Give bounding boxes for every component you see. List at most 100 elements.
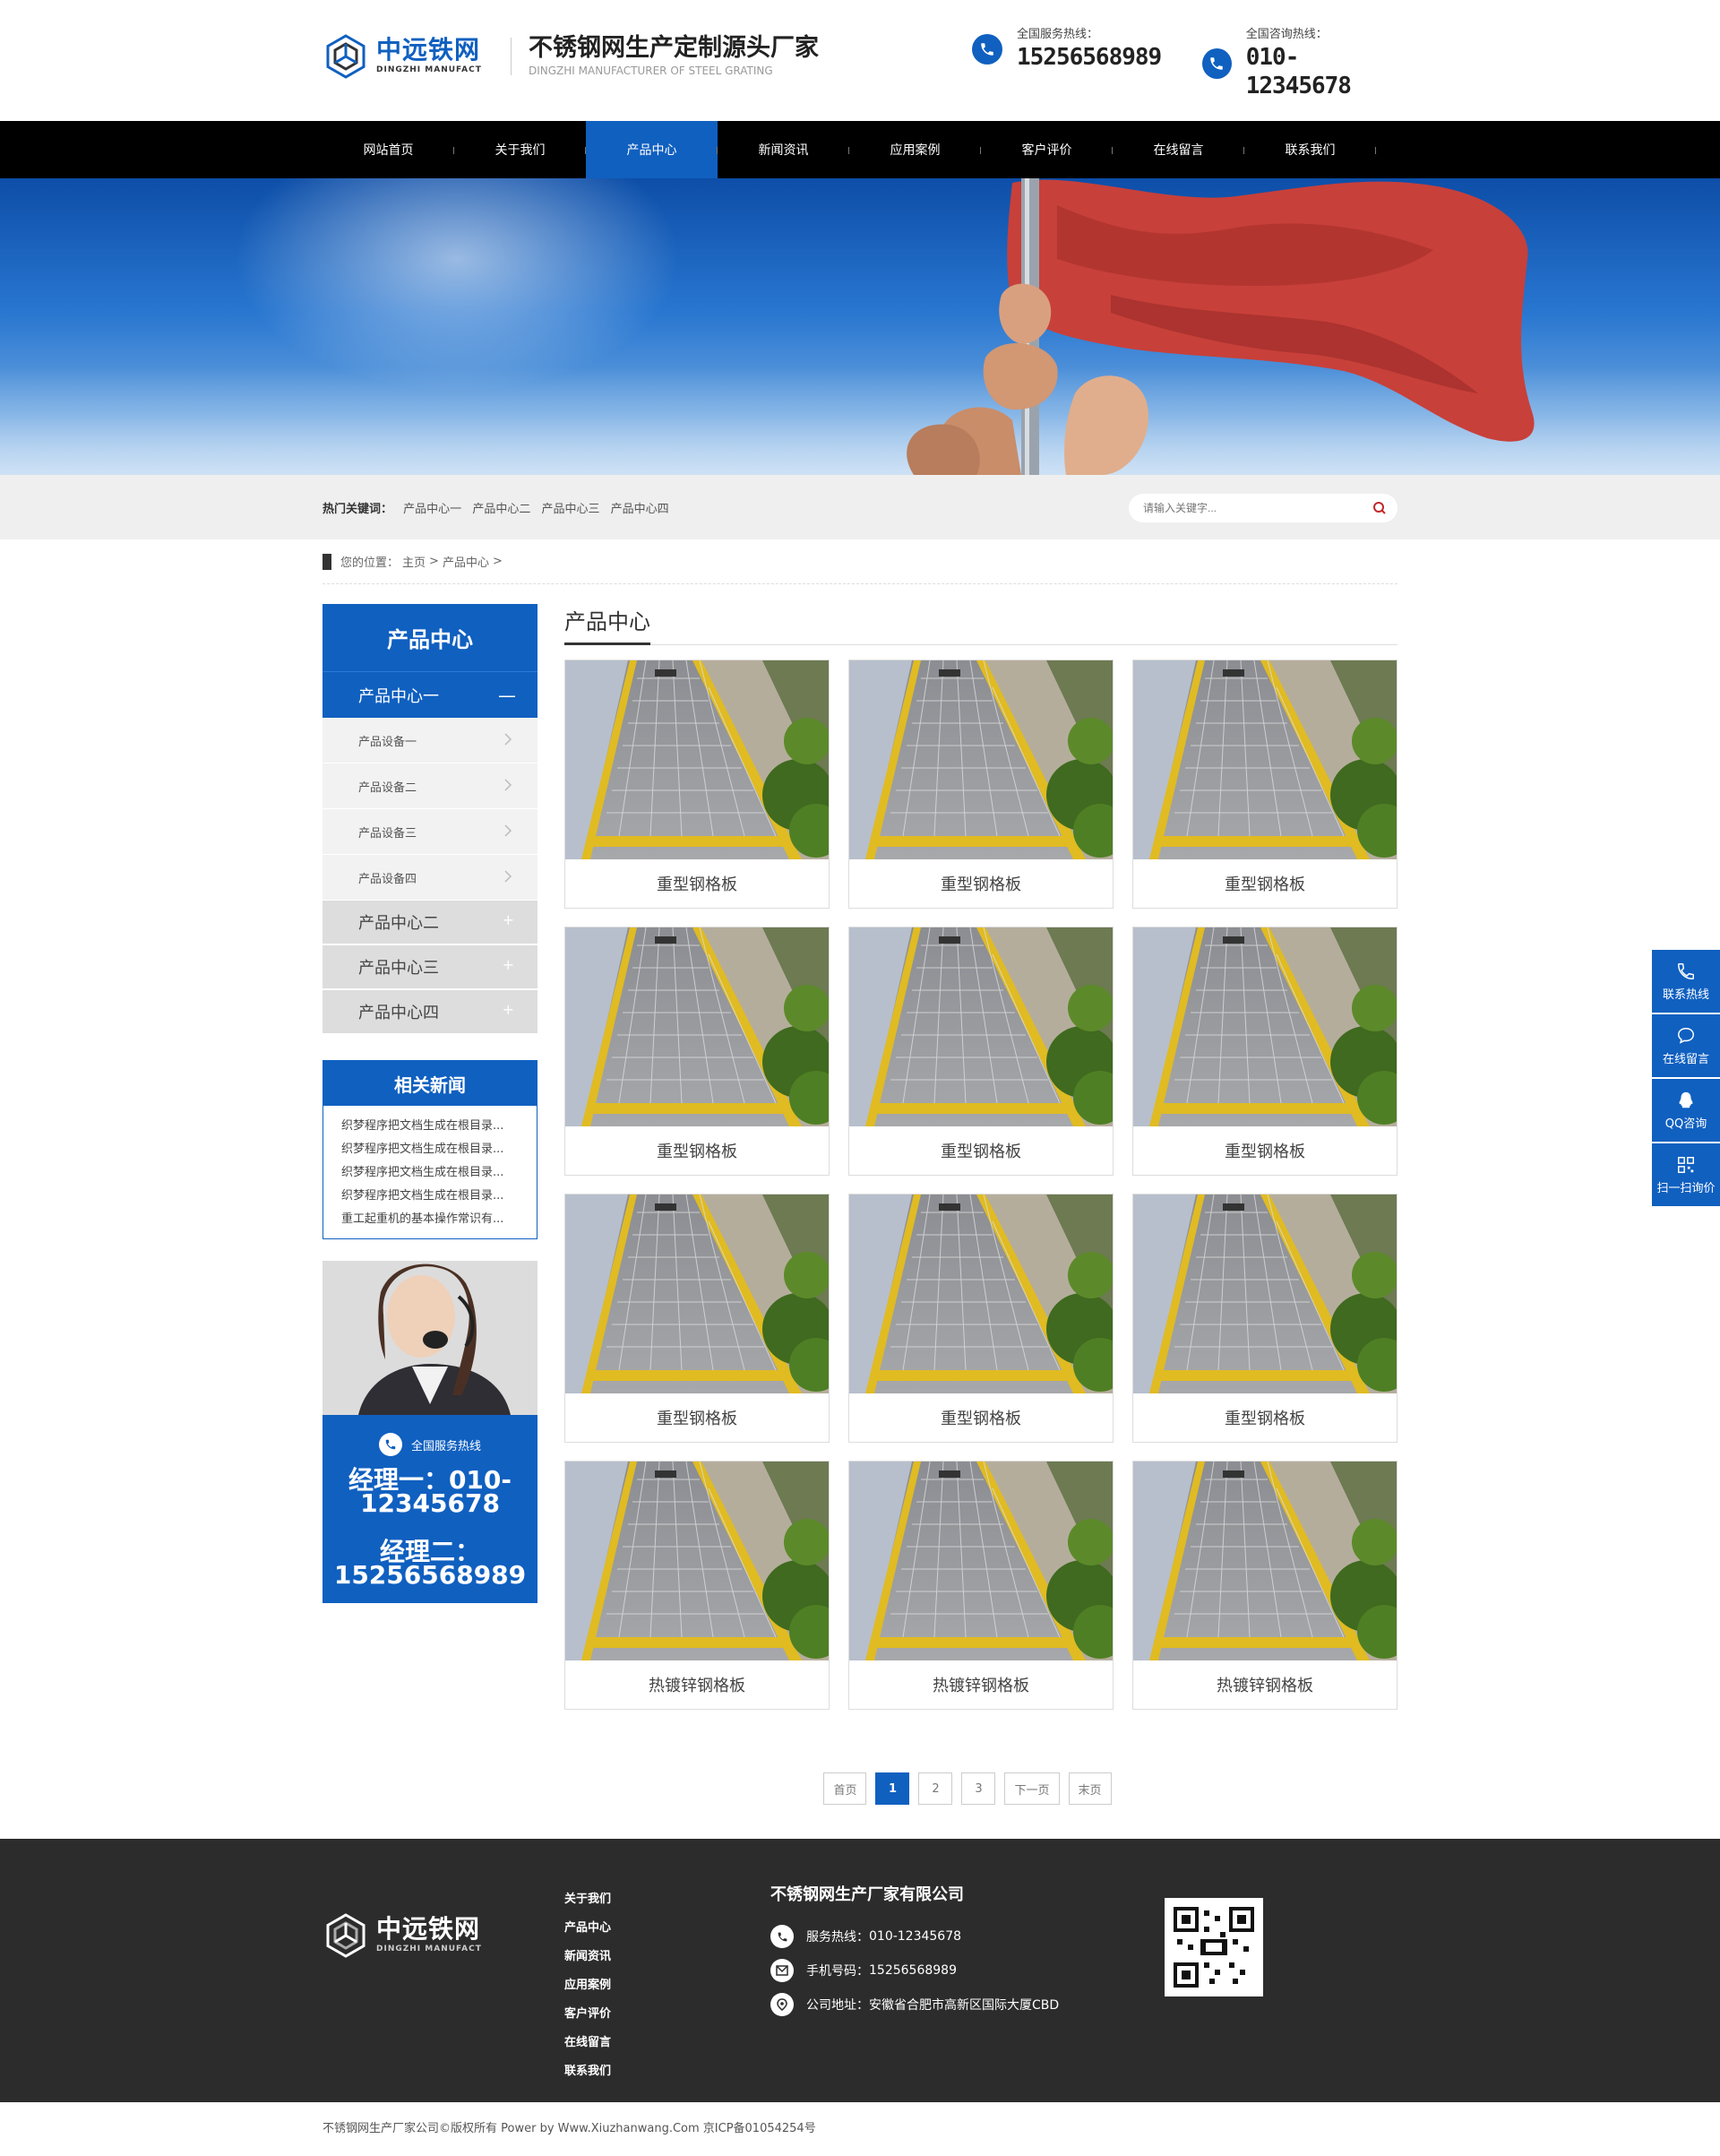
product-caption[interactable]: 热镀锌钢格板 <box>849 1660 1113 1709</box>
hero-banner <box>0 178 1720 475</box>
sidebar-category[interactable]: 产品中心二 + <box>322 901 538 945</box>
float-label: 扫一扫询价 <box>1656 1181 1716 1195</box>
product-image[interactable] <box>1133 660 1397 859</box>
logo-subtitle: DINGZHI MANUFACT <box>376 65 482 74</box>
product-card[interactable]: 重型钢格板 <box>1132 1194 1398 1443</box>
slogan-subtitle: DINGZHI MANUFACTURER OF STEEL GRATING <box>529 65 773 77</box>
product-image[interactable] <box>1133 927 1397 1126</box>
footer-link[interactable]: 产品中心 <box>564 1914 611 1943</box>
footer-link[interactable]: 联系我们 <box>564 2057 611 2086</box>
nav-item-products[interactable]: 产品中心 <box>586 121 718 178</box>
product-image[interactable] <box>565 927 829 1126</box>
float-scan[interactable]: 扫一扫询价 <box>1652 1143 1720 1206</box>
hot-keyword-link[interactable]: 产品中心一 <box>403 503 461 516</box>
product-card[interactable]: 热镀锌钢格板 <box>1132 1461 1398 1710</box>
footer-links: 关于我们 产品中心 新闻资讯 应用案例 客户评价 在线留言 联系我们 <box>564 1885 611 2086</box>
product-caption[interactable]: 重型钢格板 <box>565 1126 829 1175</box>
logo-name: 中远铁网 <box>376 35 481 65</box>
nav-item-about[interactable]: 关于我们 <box>454 121 586 178</box>
product-card[interactable]: 热镀锌钢格板 <box>564 1461 830 1710</box>
product-card[interactable]: 重型钢格板 <box>848 660 1114 909</box>
float-hotline[interactable]: 联系热线 <box>1652 950 1720 1013</box>
product-card[interactable]: 热镀锌钢格板 <box>848 1461 1114 1710</box>
hot-keyword-link[interactable]: 产品中心三 <box>541 503 599 516</box>
news-link[interactable]: 织梦程序把文档生成在根目录... <box>341 1185 537 1208</box>
search-input[interactable] <box>1143 502 1358 514</box>
nav-item-news[interactable]: 新闻资讯 <box>718 121 849 178</box>
phone-icon <box>770 1925 794 1948</box>
hot-keyword-link[interactable]: 产品中心二 <box>472 503 530 516</box>
product-card[interactable]: 重型钢格板 <box>564 1194 830 1443</box>
news-link[interactable]: 织梦程序把文档生成在根目录... <box>341 1138 537 1161</box>
product-image[interactable] <box>565 660 829 859</box>
product-caption[interactable]: 重型钢格板 <box>1133 1126 1397 1175</box>
footer-logo[interactable]: 中远铁网 DINGZHI MANUFACT <box>322 1912 482 1959</box>
product-caption[interactable]: 重型钢格板 <box>1133 1393 1397 1442</box>
footer-logo-name: 中远铁网 <box>376 1914 481 1944</box>
product-caption[interactable]: 重型钢格板 <box>849 1126 1113 1175</box>
expand-icon[interactable]: + <box>503 956 514 973</box>
product-image[interactable] <box>849 660 1113 859</box>
footer-link[interactable]: 新闻资讯 <box>564 1943 611 1971</box>
product-card[interactable]: 重型钢格板 <box>1132 660 1398 909</box>
product-image[interactable] <box>565 1194 829 1393</box>
nav-item-cases[interactable]: 应用案例 <box>849 121 981 178</box>
news-link[interactable]: 重工起重机的基本操作常识有... <box>341 1208 537 1231</box>
product-card[interactable]: 重型钢格板 <box>564 660 830 909</box>
product-caption[interactable]: 重型钢格板 <box>565 1393 829 1442</box>
subitem-label: 产品设备三 <box>358 826 417 841</box>
logo-mark-icon <box>326 34 366 79</box>
product-caption[interactable]: 热镀锌钢格板 <box>1133 1660 1397 1709</box>
nav-item-home[interactable]: 网站首页 <box>322 121 454 178</box>
sidebar-subitem[interactable]: 产品设备二 <box>322 763 538 809</box>
breadcrumb-current[interactable]: 产品中心 <box>443 553 489 570</box>
site-logo[interactable]: 中远铁网 DINGZHI MANUFACT <box>322 32 482 81</box>
product-caption[interactable]: 重型钢格板 <box>1133 859 1397 908</box>
nav-item-reviews[interactable]: 客户评价 <box>981 121 1113 178</box>
nav-item-contact[interactable]: 联系我们 <box>1244 121 1376 178</box>
sidebar-category-open[interactable]: 产品中心一 — <box>322 671 538 718</box>
news-link[interactable]: 织梦程序把文档生成在根目录... <box>341 1115 537 1138</box>
product-image[interactable] <box>849 1462 1113 1660</box>
page-number[interactable]: 1 <box>875 1772 910 1805</box>
product-image[interactable] <box>565 1462 829 1660</box>
product-image[interactable] <box>1133 1194 1397 1393</box>
page-first[interactable]: 首页 <box>823 1772 867 1805</box>
search-icon[interactable] <box>1372 501 1387 515</box>
product-image[interactable] <box>1133 1462 1397 1660</box>
category-label: 产品中心二 <box>358 914 439 933</box>
sidebar-subitem[interactable]: 产品设备一 <box>322 718 538 763</box>
nav-item-message[interactable]: 在线留言 <box>1113 121 1244 178</box>
expand-icon[interactable]: + <box>503 911 514 928</box>
sidebar-subitem[interactable]: 产品设备三 <box>322 809 538 855</box>
collapse-icon[interactable]: — <box>498 685 516 706</box>
product-card[interactable]: 重型钢格板 <box>848 1194 1114 1443</box>
product-card[interactable]: 重型钢格板 <box>564 927 830 1176</box>
sidebar-category[interactable]: 产品中心三 + <box>322 945 538 990</box>
float-qq[interactable]: QQ咨询 <box>1652 1079 1720 1142</box>
page-next[interactable]: 下一页 <box>1004 1772 1060 1805</box>
product-caption[interactable]: 重型钢格板 <box>565 859 829 908</box>
sidebar-subitem[interactable]: 产品设备四 <box>322 855 538 901</box>
breadcrumb: 您的位置： 主页 > 产品中心 > <box>322 539 1398 584</box>
sidebar-category[interactable]: 产品中心四 + <box>322 990 538 1035</box>
product-card[interactable]: 重型钢格板 <box>1132 927 1398 1176</box>
footer-link[interactable]: 关于我们 <box>564 1885 611 1914</box>
product-card[interactable]: 重型钢格板 <box>848 927 1114 1176</box>
product-image[interactable] <box>849 927 1113 1126</box>
hot-keyword-link[interactable]: 产品中心四 <box>611 503 669 516</box>
product-image[interactable] <box>849 1194 1113 1393</box>
page-number[interactable]: 2 <box>918 1772 953 1805</box>
news-link[interactable]: 织梦程序把文档生成在根目录... <box>341 1161 537 1185</box>
page-last[interactable]: 末页 <box>1068 1772 1112 1805</box>
footer-link[interactable]: 在线留言 <box>564 2029 611 2057</box>
product-caption[interactable]: 热镀锌钢格板 <box>565 1660 829 1709</box>
page-number[interactable]: 3 <box>961 1772 996 1805</box>
product-caption[interactable]: 重型钢格板 <box>849 859 1113 908</box>
footer-link[interactable]: 客户评价 <box>564 2000 611 2029</box>
float-message[interactable]: 在线留言 <box>1652 1014 1720 1077</box>
expand-icon[interactable]: + <box>503 1001 514 1018</box>
footer-link[interactable]: 应用案例 <box>564 1971 611 2000</box>
breadcrumb-home[interactable]: 主页 <box>402 553 426 570</box>
product-caption[interactable]: 重型钢格板 <box>849 1393 1113 1442</box>
